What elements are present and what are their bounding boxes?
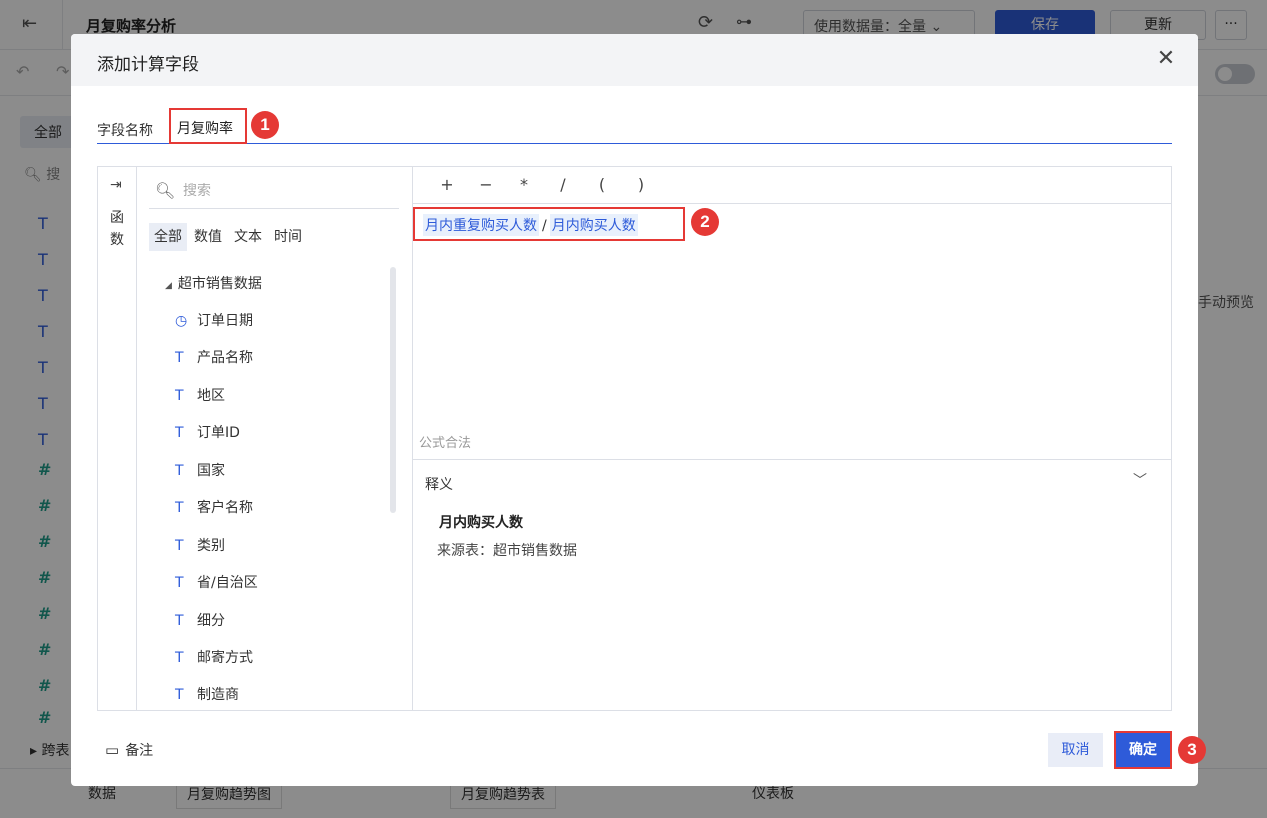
field-item[interactable]: T 类别 — [175, 535, 225, 565]
formula-field-chip[interactable]: 月内购买人数 — [549, 214, 638, 236]
clock-icon: ◷ — [175, 313, 188, 329]
formula-editor: + − * / ( ) 月内重复购买人数 / 月内购买人数 公式合法 释义 ﹀ 月内… — [413, 167, 1171, 710]
confirm-button[interactable]: 确定 — [1114, 731, 1172, 769]
step-badge-1: 1 — [251, 111, 279, 139]
validation-status: 公式合法 — [419, 436, 472, 451]
field-item[interactable]: T 邮寄方式 — [175, 647, 253, 677]
expand-arrow-icon[interactable]: ⇥ — [110, 177, 122, 193]
field-name-label: 字段名称 — [97, 123, 153, 139]
text-type-icon: T — [175, 425, 184, 441]
field-item-label: 产品名称 — [197, 350, 253, 366]
op-plus-button[interactable]: + — [437, 175, 457, 194]
step-badge-3: 3 — [1178, 736, 1206, 764]
text-type-icon: T — [175, 650, 184, 666]
explanation-field-name: 月内购买人数 — [439, 515, 523, 531]
text-type-icon: T — [175, 388, 184, 404]
function-strip[interactable]: ⇥ 函数 — [98, 167, 137, 710]
field-item[interactable]: T 地区 — [175, 385, 225, 415]
text-type-icon: T — [175, 538, 184, 554]
tab-text[interactable]: 文本 — [229, 223, 267, 251]
field-search-input[interactable] — [183, 183, 383, 199]
field-item-label: 国家 — [197, 463, 225, 479]
op-minus-button[interactable]: − — [476, 175, 496, 194]
cancel-button[interactable]: 取消 — [1048, 733, 1103, 767]
field-item-label: 地区 — [197, 388, 225, 404]
formula-editor-body: ⇥ 函数 🔍︎ 全部数值文本时间 ◢ 超市销售数据 ◷ 订单日期 T 产品名称 T 地区… — [97, 166, 1172, 711]
op-right-paren-button[interactable]: ) — [631, 175, 651, 194]
text-type-icon: T — [175, 350, 184, 366]
field-item-label: 细分 — [197, 613, 225, 629]
field-item-label: 订单ID — [197, 425, 240, 441]
operator-bar: + − * / ( ) — [413, 167, 1171, 204]
field-item[interactable]: T 省/自治区 — [175, 572, 258, 602]
tree-root[interactable]: ◢ 超市销售数据 — [165, 273, 262, 293]
field-item[interactable]: T 订单ID — [175, 422, 240, 452]
field-item[interactable]: T 细分 — [175, 610, 225, 640]
close-icon[interactable]: ✕ — [1151, 44, 1181, 74]
function-label: 函数 — [110, 210, 124, 248]
field-panel: 🔍︎ 全部数值文本时间 ◢ 超市销售数据 ◷ 订单日期 T 产品名称 T 地区 T 订单I… — [137, 167, 413, 710]
field-item[interactable]: ◷ 订单日期 — [175, 310, 253, 340]
step-badge-2: 2 — [691, 208, 719, 236]
text-type-icon: T — [175, 463, 184, 479]
field-item[interactable]: T 产品名称 — [175, 347, 253, 377]
formula-field-chip[interactable]: 月内重复购买人数 — [423, 214, 539, 236]
field-item[interactable]: T 制造商 — [175, 684, 239, 710]
field-item-label: 客户名称 — [197, 500, 253, 516]
field-item-label: 省/自治区 — [197, 575, 258, 591]
formula-input[interactable]: 月内重复购买人数 / 月内购买人数 — [413, 207, 685, 241]
dialog-title: 添加计算字段 — [97, 55, 199, 75]
add-calculated-field-dialog: 添加计算字段 ✕ 字段名称 月复购率 1 ⇥ 函数 🔍︎ 全部数值文本时间 ◢ 超… — [71, 34, 1206, 786]
text-type-icon: T — [175, 500, 184, 516]
text-type-icon: T — [175, 613, 184, 629]
field-item-label: 类别 — [197, 538, 225, 554]
field-scrollbar[interactable] — [390, 267, 396, 513]
caret-down-icon: ◢ — [165, 281, 172, 291]
formula-operator: / — [542, 218, 547, 234]
search-icon: 🔍︎ — [155, 181, 176, 200]
field-type-tabs: 全部 数值 文本 时间 — [149, 223, 309, 251]
tab-all[interactable]: 全部 — [149, 223, 187, 251]
note-button[interactable]: ▭ 备注 — [105, 740, 153, 760]
dialog-header: 添加计算字段 ✕ — [71, 34, 1198, 86]
text-type-icon: T — [175, 687, 184, 703]
explanation-panel: 释义 ﹀ 月内购买人数 来源表：超市销售数据 — [413, 459, 1171, 712]
op-divide-button[interactable]: / — [553, 175, 573, 194]
op-left-paren-button[interactable]: ( — [592, 175, 612, 194]
field-search: 🔍︎ — [149, 175, 399, 209]
field-item-label: 制造商 — [197, 687, 239, 703]
text-type-icon: T — [175, 575, 184, 591]
explanation-source: 来源表：超市销售数据 — [437, 543, 577, 559]
explanation-title: 释义 — [425, 477, 453, 493]
op-multiply-button[interactable]: * — [514, 175, 534, 194]
note-label: 备注 — [125, 743, 154, 759]
tab-number[interactable]: 数值 — [189, 223, 227, 251]
field-item[interactable]: T 客户名称 — [175, 497, 253, 527]
field-item-label: 订单日期 — [197, 313, 253, 329]
field-item-label: 邮寄方式 — [197, 650, 253, 666]
comment-icon: ▭ — [105, 741, 120, 759]
field-item[interactable]: T 国家 — [175, 460, 225, 490]
field-name-input[interactable]: 月复购率 — [169, 108, 247, 144]
chevron-down-icon[interactable]: ﹀ — [1133, 470, 1147, 490]
tab-time[interactable]: 时间 — [269, 223, 307, 251]
tree-root-label: 超市销售数据 — [177, 276, 262, 292]
